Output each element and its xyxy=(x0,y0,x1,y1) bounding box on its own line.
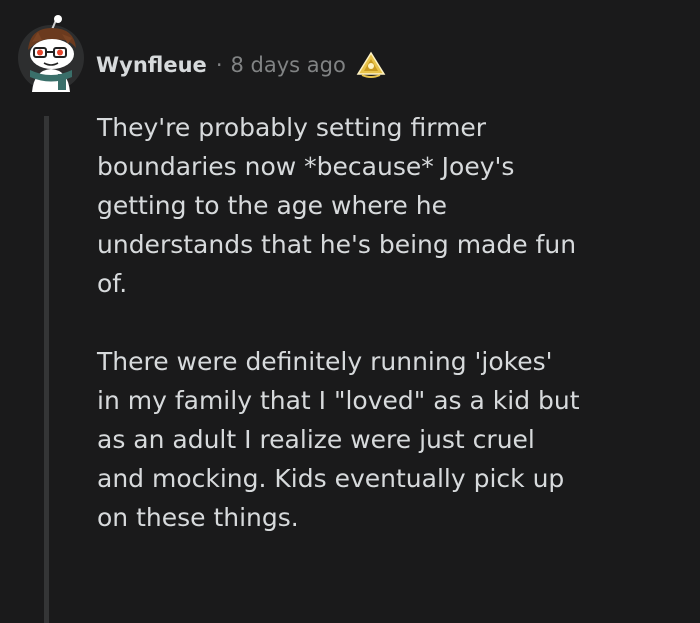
thread-collapse-line[interactable] xyxy=(44,116,49,623)
comment: Wynfleue · 8 days ago They're probably s… xyxy=(0,0,700,623)
comment-body: They're probably setting firmer boundari… xyxy=(97,108,687,537)
meta-separator: · xyxy=(215,53,223,77)
snoo-avatar-icon xyxy=(18,15,84,92)
comment-author[interactable]: Wynfleue xyxy=(96,53,207,77)
user-avatar[interactable] xyxy=(14,14,88,92)
comment-header: Wynfleue · 8 days ago xyxy=(96,48,386,82)
comment-timestamp[interactable]: 8 days ago xyxy=(231,53,346,77)
comment-paragraph: They're probably setting firmer boundari… xyxy=(97,113,577,298)
comment-paragraph: There were definitely running 'jokes' in… xyxy=(97,347,580,532)
award-icon[interactable] xyxy=(356,50,386,80)
